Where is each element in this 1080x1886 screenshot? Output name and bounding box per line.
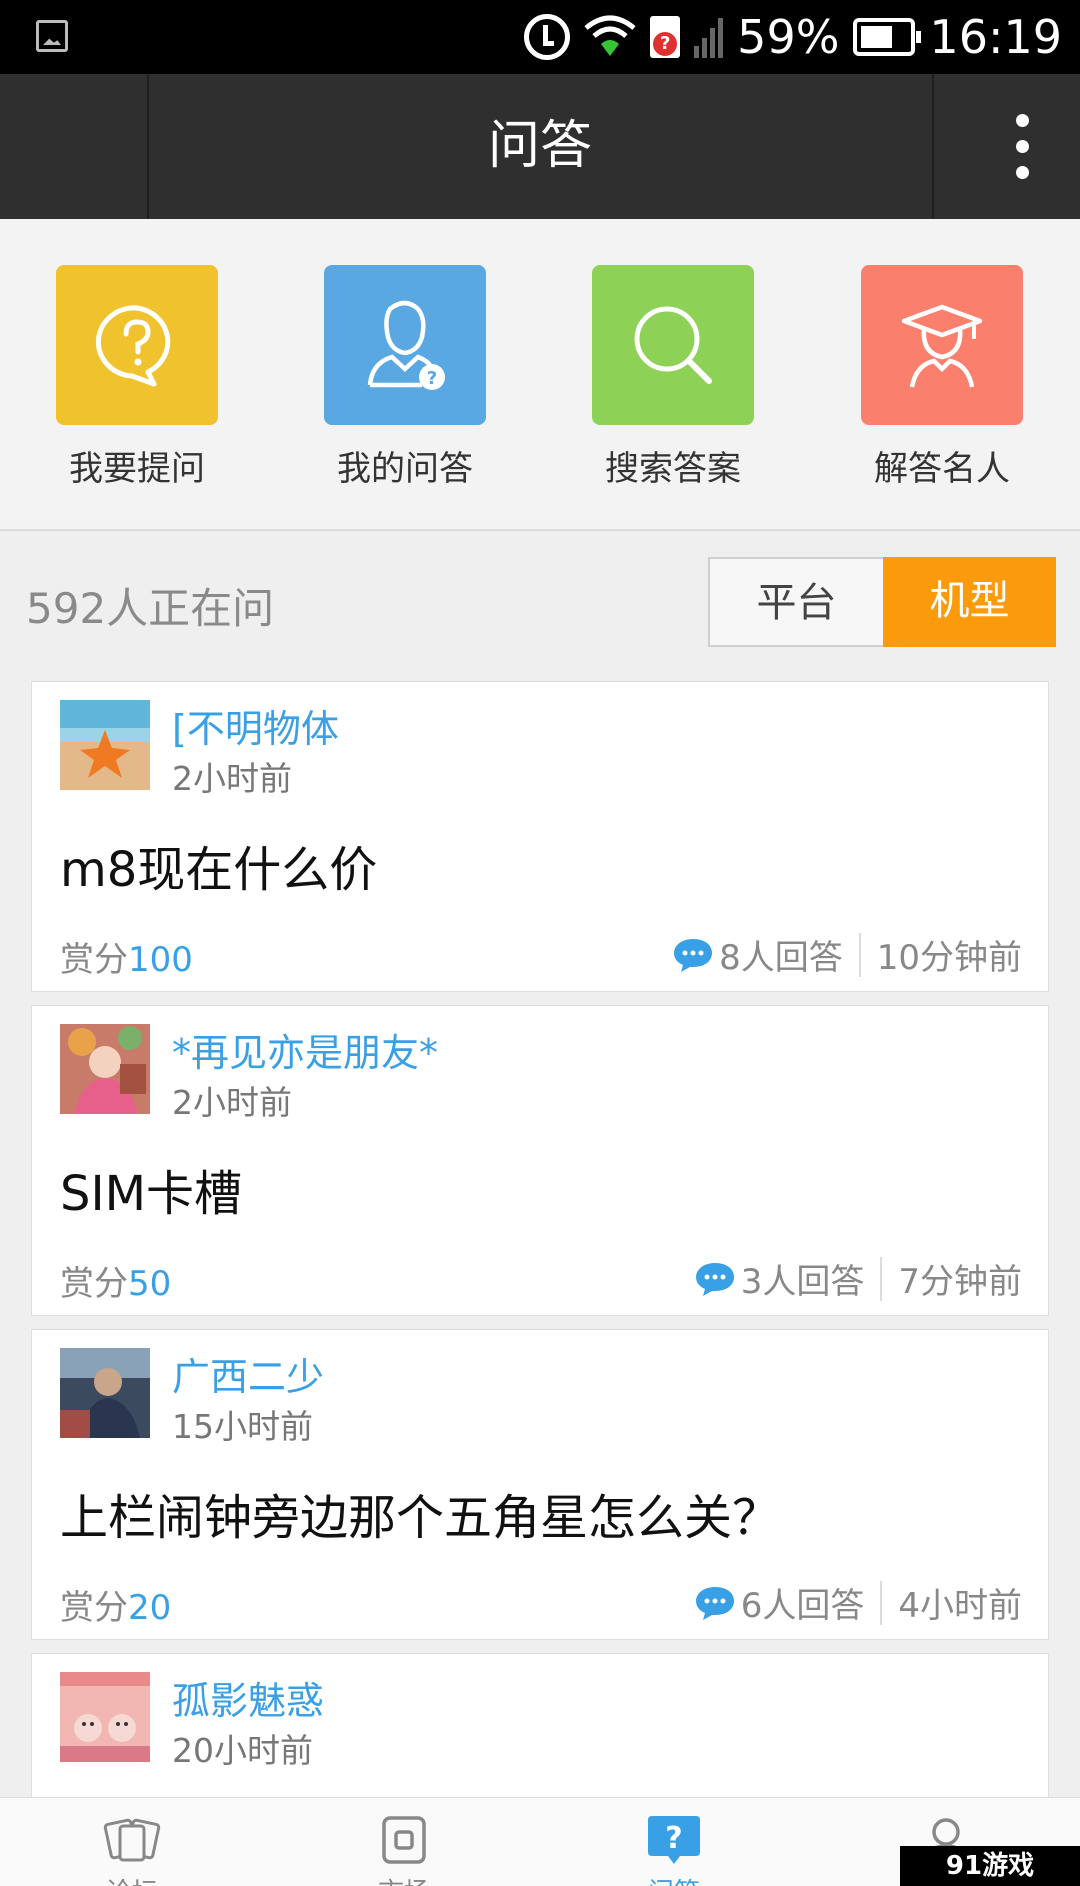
user-question-icon: ? — [324, 265, 486, 425]
avatar[interactable] — [60, 1672, 150, 1762]
cards-icon — [102, 1812, 162, 1868]
reward-label: 赏分 — [60, 1264, 128, 1304]
graduate-icon — [861, 265, 1023, 425]
divider — [858, 932, 861, 977]
nav-label: 市场 — [294, 1872, 514, 1886]
post-time: 20小时前 — [172, 1731, 313, 1770]
question-bubble-icon: ? — [644, 1812, 704, 1868]
page-title: 问答 — [487, 116, 592, 176]
username[interactable]: 广西二少 — [172, 1346, 324, 1401]
question-meta: 3人回答 7分钟前 — [695, 1254, 1022, 1303]
quick-action-label: 搜索答案 — [605, 449, 741, 489]
title-bar: 问答 — [0, 74, 1080, 219]
answer-count: 3人回答 — [740, 1262, 865, 1302]
post-time: 15小时前 — [172, 1407, 313, 1446]
nav-market[interactable]: 市场 — [294, 1798, 514, 1886]
quick-action-label: 我的问答 — [337, 449, 473, 489]
username[interactable]: *再见亦是朋友* — [172, 1022, 438, 1077]
last-answer-time: 10分钟前 — [876, 938, 1022, 978]
my-qa-button[interactable]: ? 我的问答 — [324, 265, 486, 490]
reward: 赏分100 — [60, 932, 193, 981]
nav-label: 问答 — [564, 1872, 784, 1886]
clock: 16:19 — [929, 10, 1062, 64]
signal-icon — [694, 16, 724, 58]
reward-label: 赏分 — [60, 1588, 128, 1628]
more-menu-icon[interactable] — [1016, 114, 1030, 184]
answer-count: 8人回答 — [719, 938, 843, 978]
reward-value: 100 — [128, 940, 193, 980]
battery-percent: 59% — [737, 10, 840, 64]
wifi-icon — [584, 14, 636, 60]
reward-label: 赏分 — [60, 940, 128, 980]
last-answer-time: 4小时前 — [898, 1586, 1022, 1626]
post-time: 2小时前 — [172, 759, 292, 798]
bottom-nav: 论坛 市场 ? 问答 91游戏 — [0, 1797, 1080, 1886]
divider — [880, 1256, 883, 1301]
svg-text:?: ? — [665, 1821, 682, 1856]
search-icon — [592, 265, 754, 425]
last-answer-time: 7分钟前 — [898, 1262, 1022, 1302]
post-time: 2小时前 — [172, 1083, 292, 1122]
sim-alert-icon — [650, 16, 681, 58]
comment-bubble-icon — [674, 938, 713, 972]
asking-count: 592人正在问 — [26, 584, 275, 633]
quick-action-label: 解答名人 — [874, 449, 1010, 489]
nav-qa[interactable]: ? 问答 — [564, 1798, 784, 1886]
search-answers-button[interactable]: 搜索答案 — [592, 265, 754, 490]
nav-forum[interactable]: 论坛 — [22, 1798, 242, 1886]
status-icons: 59% 16:19 — [524, 0, 1062, 74]
comment-bubble-icon — [695, 1586, 734, 1620]
category-switch: 平台 机型 — [708, 557, 1056, 647]
question-meta: 8人回答 10分钟前 — [673, 930, 1022, 979]
question-meta: 6人回答 4小时前 — [695, 1578, 1022, 1627]
divider — [932, 74, 934, 219]
tab-model[interactable]: 机型 — [883, 557, 1056, 647]
answer-count: 6人回答 — [740, 1586, 865, 1626]
question-bubble-icon — [56, 265, 218, 425]
question-card[interactable]: [不明物体 2小时前 m8现在什么价 赏分100 8人回答 10分钟前 — [31, 681, 1049, 992]
battery-icon — [853, 18, 922, 56]
username[interactable]: 孤影魅惑 — [172, 1670, 324, 1725]
question-card[interactable]: *再见亦是朋友* 2小时前 SIM卡槽 赏分50 3人回答 7分钟前 — [31, 1005, 1049, 1316]
nav-label: 论坛 — [22, 1872, 242, 1886]
reward-value: 50 — [128, 1264, 172, 1304]
quick-actions: 我要提问 ? 我的问答 搜索答案 解答名人 — [0, 219, 1080, 531]
reward-value: 20 — [128, 1588, 172, 1628]
question-title[interactable]: SIM卡槽 — [60, 1154, 242, 1224]
question-title[interactable]: 上栏闹钟旁边那个五角星怎么关？ — [60, 1478, 780, 1548]
question-card[interactable]: 孤影魅惑 20小时前 — [31, 1653, 1049, 1813]
username[interactable]: [不明物体 — [172, 698, 339, 753]
divider — [880, 1580, 883, 1625]
avatar[interactable] — [60, 700, 150, 790]
asking-row: 592人正在问 平台 机型 — [0, 531, 1080, 661]
question-card[interactable]: 广西二少 15小时前 上栏闹钟旁边那个五角星怎么关？ 赏分20 6人回答 4小时… — [31, 1329, 1049, 1640]
quick-action-label: 我要提问 — [69, 449, 205, 489]
image-notification-icon — [36, 20, 68, 52]
avatar[interactable] — [60, 1024, 150, 1114]
alarm-icon — [524, 14, 571, 60]
question-title[interactable]: m8现在什么价 — [60, 830, 377, 900]
status-bar: 59% 16:19 — [0, 0, 1080, 74]
market-icon — [374, 1812, 434, 1868]
game-badge[interactable]: 91游戏 — [900, 1846, 1080, 1886]
reward: 赏分50 — [60, 1256, 171, 1305]
comment-bubble-icon — [695, 1262, 734, 1296]
svg-text:?: ? — [427, 368, 437, 389]
expert-answerers-button[interactable]: 解答名人 — [861, 265, 1023, 490]
tab-platform[interactable]: 平台 — [708, 557, 883, 647]
avatar[interactable] — [60, 1348, 150, 1438]
reward: 赏分20 — [60, 1580, 171, 1629]
ask-question-button[interactable]: 我要提问 — [56, 265, 218, 490]
